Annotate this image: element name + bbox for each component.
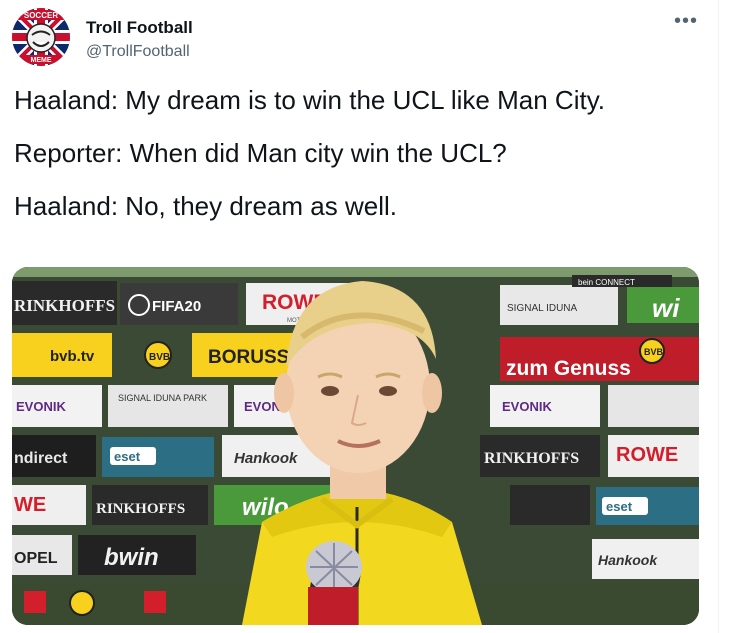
user-handle[interactable]: @TrollFootball — [86, 43, 190, 61]
board-eset: eset — [114, 449, 141, 464]
tweet-header: SOCCER MEME Troll Football @TrollFootbal… — [12, 8, 712, 68]
tweet-line: Haaland: My dream is to win the UCL like… — [14, 85, 605, 115]
board-evonik: EVONIK — [16, 399, 66, 414]
svg-text:wi: wi — [652, 293, 680, 323]
board-hankook-2: Hankook — [598, 552, 658, 568]
board-zum-genuss: zum Genuss — [506, 357, 631, 380]
board-opel: OPEL — [14, 550, 58, 567]
tweet-media-image[interactable]: RINKHOFFS FIFA20 ROWE MOTOR OIL SIGNAL I… — [12, 267, 699, 625]
board-indirect: ndirect — [14, 450, 68, 467]
board-eset-2: eset — [606, 499, 633, 514]
board-evonik-3: EVONIK — [502, 399, 552, 414]
tweet-line: Haaland: No, they dream as well. — [14, 191, 397, 221]
avatar-logo-icon: SOCCER MEME — [12, 8, 70, 66]
board-brinkhoffs-2: RINKHOFFS — [484, 450, 579, 467]
board-hankook: Hankook — [234, 450, 298, 467]
board-brinkhoffs-3: RINKHOFFS — [96, 501, 185, 517]
avatar[interactable]: SOCCER MEME — [12, 8, 70, 66]
more-options-icon[interactable]: ••• — [674, 10, 698, 33]
board-brinkhoffs: RINKHOFFS — [14, 296, 115, 315]
board-we: WE — [14, 494, 46, 516]
board-bvb-tv: bvb.tv — [50, 348, 95, 365]
board-rowe-2: ROWE — [616, 444, 678, 466]
display-name[interactable]: Troll Football — [86, 18, 193, 38]
svg-text:BVB: BVB — [149, 352, 170, 363]
tweet-text: Haaland: My dream is to win the UCL like… — [14, 84, 704, 243]
avatar-text-bottom: MEME — [31, 57, 52, 64]
svg-text:BVB: BVB — [644, 347, 664, 357]
board-fifa: FIFA20 — [152, 298, 201, 315]
tweet-line: Reporter: When did Man city win the UCL? — [14, 138, 507, 168]
board-bein: bein CONNECT — [578, 278, 635, 287]
avatar-text-top: SOCCER — [24, 11, 58, 20]
board-signal-park: SIGNAL IDUNA PARK — [118, 393, 207, 403]
board-bwin: bwin — [104, 544, 159, 571]
column-divider — [718, 0, 719, 633]
board-signal-iduna: SIGNAL IDUNA — [507, 303, 578, 314]
